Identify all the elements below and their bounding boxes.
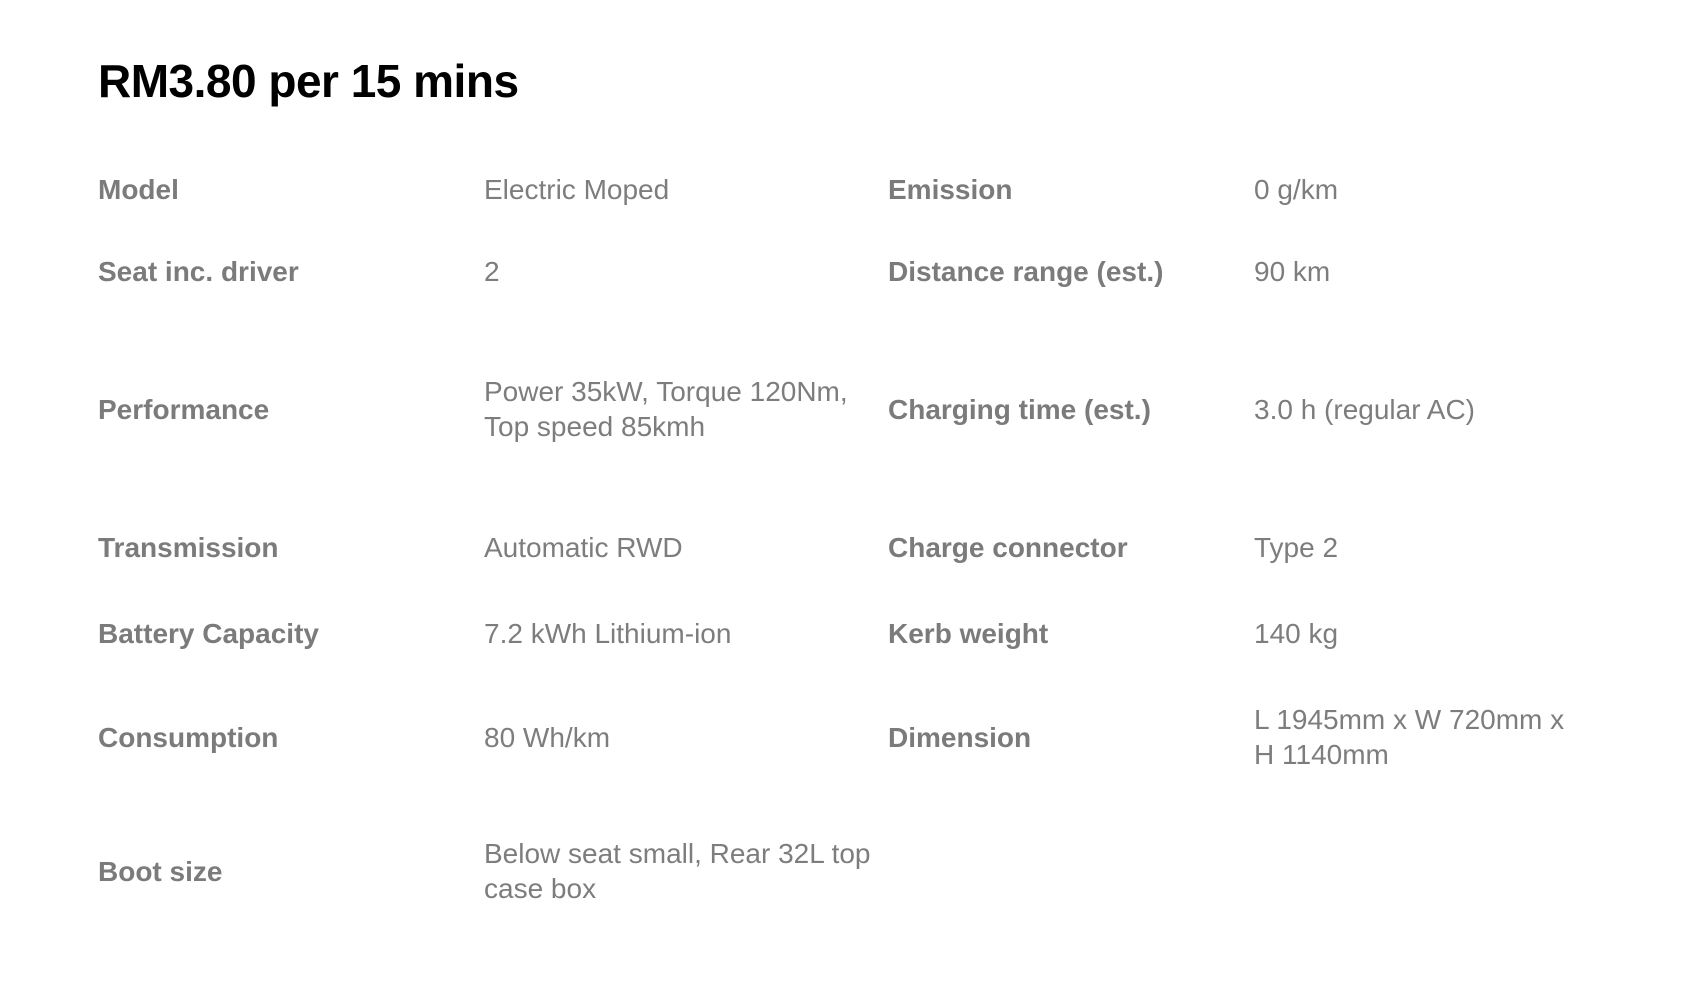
spec-label: Dimension [888, 721, 1032, 753]
spec-value: 80 Wh/km [484, 721, 611, 753]
spec-value: 0 g/km [1254, 173, 1339, 205]
spec-label: Charging time (est.) [888, 393, 1151, 425]
spec-row-seats: Seat inc. driver 2 Distance range (est.)… [98, 230, 1598, 312]
spec-label: Emission [888, 173, 1013, 205]
spec-value: Power 35kW, Torque 120Nm, Top speed 85km… [484, 376, 848, 442]
spec-value [1254, 796, 1598, 946]
spec-label: Battery Capacity [98, 617, 319, 649]
spec-label [888, 796, 1254, 946]
spec-value: 7.2 kWh Lithium-ion [484, 617, 732, 649]
spec-value: 2 [484, 255, 500, 287]
spec-value: Electric Moped [484, 173, 670, 205]
price-title: RM3.80 per 15 mins [98, 55, 519, 107]
spec-label: Performance [98, 393, 270, 425]
spec-value: 90 km [1254, 255, 1331, 287]
spec-label: Boot size [98, 855, 223, 887]
spec-row-transmission: Transmission Automatic RWD Charge connec… [98, 506, 1598, 588]
spec-row-battery: Battery Capacity 7.2 kWh Lithium-ion Ker… [98, 588, 1598, 678]
spec-value: 140 kg [1254, 617, 1339, 649]
spec-label: Kerb weight [888, 617, 1049, 649]
spec-row-consumption: Consumption 80 Wh/km Dimension L 1945mm … [98, 678, 1598, 796]
spec-value: Below seat small, Rear 32L top case box [484, 838, 871, 904]
spec-label: Consumption [98, 721, 279, 753]
spec-row-boot: Boot size Below seat small, Rear 32L top… [98, 796, 1598, 946]
spec-row-model: Model Electric Moped Emission 0 g/km [98, 148, 1598, 230]
spec-label: Transmission [98, 531, 279, 563]
spec-label: Distance range (est.) [888, 255, 1164, 287]
spec-table: Model Electric Moped Emission 0 g/km Sea… [98, 148, 1598, 946]
spec-row-performance: Performance Power 35kW, Torque 120Nm, To… [98, 312, 1598, 506]
spec-value: 3.0 h (regular AC) [1254, 393, 1475, 425]
spec-label: Charge connector [888, 531, 1128, 563]
spec-value: Automatic RWD [484, 531, 683, 563]
spec-label: Seat inc. driver [98, 255, 299, 287]
spec-label: Model [98, 173, 179, 205]
spec-value: L 1945mm x W 720mm x H 1140mm [1254, 704, 1565, 770]
spec-value: Type 2 [1254, 531, 1339, 563]
